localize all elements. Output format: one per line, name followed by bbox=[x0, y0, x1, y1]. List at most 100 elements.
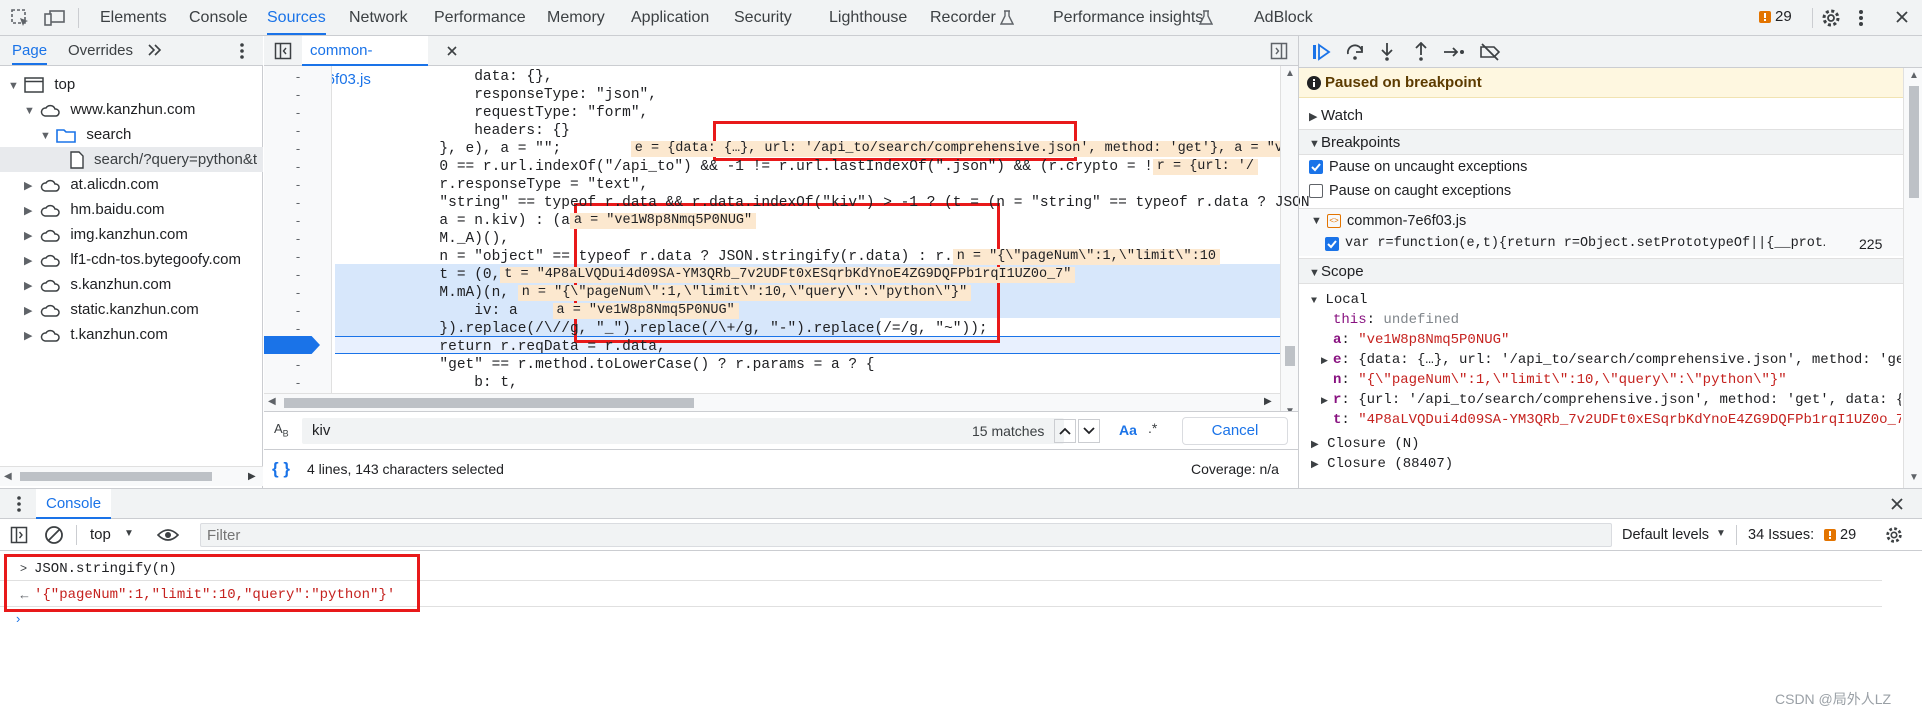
line-number[interactable]: - bbox=[264, 266, 332, 284]
editor-vscrollbar[interactable]: ▲ ▼ bbox=[1280, 66, 1298, 429]
scope-variable[interactable]: n: "{\"pageNum\":1,\"limit\":10,\"query\… bbox=[1321, 370, 1901, 390]
line-number[interactable]: - bbox=[264, 230, 332, 248]
line-number[interactable]: - bbox=[264, 356, 332, 374]
line-number[interactable]: - bbox=[264, 104, 332, 122]
code-line[interactable]: }, e), a = ""; bbox=[335, 140, 561, 158]
deactivate-breakpoints-icon[interactable] bbox=[1479, 43, 1501, 61]
clear-console-icon[interactable] bbox=[44, 525, 64, 545]
issues-count[interactable]: 29 bbox=[1840, 527, 1856, 543]
tab-application[interactable]: Application bbox=[631, 0, 709, 35]
local-scope[interactable]: ▼ Local bbox=[1311, 290, 1367, 310]
line-number[interactable]: - bbox=[264, 212, 332, 230]
line-number[interactable]: - bbox=[264, 320, 332, 338]
chevron-double-right-icon[interactable] bbox=[147, 43, 163, 57]
line-number[interactable]: - bbox=[264, 194, 332, 212]
issues-flag-icon[interactable] bbox=[1759, 11, 1771, 23]
code-line[interactable]: n = "object" == typeof r.data ? JSON.str… bbox=[335, 248, 996, 266]
tab-adblock[interactable]: AdBlock bbox=[1254, 0, 1313, 35]
filter-input[interactable] bbox=[200, 523, 1612, 547]
next-match-icon[interactable] bbox=[1078, 419, 1100, 443]
scrollbar-thumb[interactable] bbox=[284, 398, 694, 408]
code-line[interactable]: return r.reqData = r.data, bbox=[335, 338, 665, 356]
more-vert-icon[interactable] bbox=[239, 42, 245, 60]
tree-item-top[interactable]: ▼ top bbox=[8, 72, 75, 97]
gear-icon[interactable] bbox=[1884, 525, 1904, 545]
breakpoints-section[interactable]: ▼Breakpoints bbox=[1299, 129, 1903, 155]
tab-page[interactable]: Page bbox=[12, 36, 48, 65]
line-gutter[interactable]: ------------------ bbox=[264, 66, 332, 429]
tab-elements[interactable]: Elements bbox=[100, 0, 167, 35]
issues-label[interactable]: 34 Issues: bbox=[1748, 527, 1814, 543]
line-number[interactable]: - bbox=[264, 374, 332, 392]
dropdown-arrow-icon[interactable]: ▼ bbox=[124, 528, 134, 539]
filter-field[interactable] bbox=[201, 524, 1611, 546]
dropdown-arrow-icon[interactable]: ▼ bbox=[1716, 528, 1726, 539]
tree-item-img[interactable]: ▶ img.kanzhun.com bbox=[24, 222, 188, 247]
scope-variable[interactable]: ▶ e: {data: {…}, url: '/api_to/search/com… bbox=[1321, 350, 1901, 370]
more-vert-icon[interactable] bbox=[16, 495, 22, 513]
line-number[interactable]: - bbox=[264, 68, 332, 86]
tree-item-static-kanzhun[interactable]: ▶ static.kanzhun.com bbox=[24, 297, 199, 322]
expand-arrow-icon[interactable]: ▶ bbox=[1321, 391, 1333, 410]
line-number[interactable]: - bbox=[264, 248, 332, 266]
pretty-print-icon[interactable]: { } bbox=[272, 459, 290, 479]
code-line[interactable]: M._A)(), bbox=[335, 230, 509, 248]
tab-network[interactable]: Network bbox=[349, 0, 408, 35]
search-input[interactable]: kiv 15 matches bbox=[302, 418, 1064, 444]
code-line[interactable]: M.mA)(n, { bbox=[335, 284, 526, 302]
code-line[interactable]: iv: a bbox=[335, 302, 518, 320]
line-number[interactable]: - bbox=[264, 122, 332, 140]
step-out-icon[interactable] bbox=[1413, 42, 1429, 62]
previous-match-icon[interactable] bbox=[1054, 419, 1076, 443]
breakpoint-file-row[interactable]: ▼ <> common-7e6f03.js bbox=[1299, 208, 1903, 232]
tab-lighthouse[interactable]: Lighthouse bbox=[829, 0, 907, 35]
tree-item-kanzhun[interactable]: ▼ www.kanzhun.com bbox=[24, 97, 195, 122]
tree-item-search-file[interactable]: search/?query=python&t bbox=[0, 147, 263, 172]
tree-item-alicdn[interactable]: ▶ at.alicdn.com bbox=[24, 172, 159, 197]
line-number[interactable]: - bbox=[264, 86, 332, 104]
sidebar-scrollbar[interactable]: ▲ ▼ bbox=[1903, 68, 1922, 488]
scope-variable[interactable]: t: "4P8aLVQDui4d09SA-YM3QRb_7v2UDFt0xESq… bbox=[1321, 410, 1901, 430]
code-line[interactable]: 0 == r.url.indexOf("/api_to") && -1 != r… bbox=[335, 158, 1170, 176]
close-icon[interactable] bbox=[1890, 497, 1904, 511]
code-line[interactable]: }).replace(/\//g, "_").replace(/\+/g, "-… bbox=[335, 320, 987, 338]
scrollbar-thumb[interactable] bbox=[1285, 346, 1295, 366]
tab-memory[interactable]: Memory bbox=[547, 0, 605, 35]
issues-count[interactable]: 29 bbox=[1775, 8, 1792, 25]
code-line[interactable]: b: t, bbox=[335, 374, 518, 392]
breakpoint-entry[interactable]: var r=function(e,t){return r=Object.setP… bbox=[1299, 232, 1903, 256]
code-line[interactable]: "get" == r.method.toLowerCase() ? r.para… bbox=[335, 356, 874, 374]
editor-hscrollbar[interactable]: ◀ ▶ bbox=[264, 393, 1280, 411]
tab-recorder[interactable]: Recorder bbox=[930, 0, 996, 35]
code-line[interactable]: responseType: "json", bbox=[335, 86, 657, 104]
tab-security[interactable]: Security bbox=[734, 0, 792, 35]
tree-item-search-folder[interactable]: ▼ search bbox=[40, 122, 131, 147]
tree-item-bytegoofy[interactable]: ▶ lf1-cdn-tos.bytegoofy.com bbox=[24, 247, 241, 272]
inspect-element-icon[interactable] bbox=[10, 8, 30, 28]
match-case-toggle[interactable]: Aa bbox=[1119, 422, 1137, 438]
closure-88407[interactable]: ▶ Closure (88407) bbox=[1311, 454, 1453, 474]
navigator-scrollbar[interactable]: ◀ ▶ bbox=[0, 466, 263, 486]
toggle-navigator-icon[interactable] bbox=[274, 42, 292, 60]
code-line[interactable]: r.responseType = "text", bbox=[335, 176, 648, 194]
line-number[interactable]: - bbox=[264, 284, 332, 302]
step-icon[interactable] bbox=[1443, 44, 1465, 60]
watch-section[interactable]: ▶ Watch bbox=[1299, 103, 1903, 129]
code-line[interactable]: "string" == typeof r.data && r.data.inde… bbox=[335, 194, 1309, 212]
line-number[interactable]: - bbox=[264, 176, 332, 194]
scope-variable[interactable]: this: undefined bbox=[1321, 310, 1901, 330]
sidebar-toggle-icon[interactable] bbox=[10, 526, 28, 544]
pause-caught-row[interactable]: Pause on caught exceptions bbox=[1299, 179, 1903, 203]
scope-variable[interactable]: ▶ r: {url: '/api_to/search/comprehensive.… bbox=[1321, 390, 1901, 410]
tree-item-t-kanzhun[interactable]: ▶ t.kanzhun.com bbox=[24, 322, 168, 347]
code-line[interactable]: headers: {} bbox=[335, 122, 570, 140]
tree-item-baidu[interactable]: ▶ hm.baidu.com bbox=[24, 197, 165, 222]
line-number[interactable]: - bbox=[264, 302, 332, 320]
tab-sources[interactable]: Sources bbox=[267, 0, 326, 35]
tab-overrides[interactable]: Overrides bbox=[68, 36, 133, 65]
search-replace-icon[interactable]: AB bbox=[274, 421, 289, 439]
tab-console[interactable]: Console bbox=[189, 0, 248, 35]
breakpoint-marker[interactable] bbox=[264, 336, 320, 354]
tab-performance-insights[interactable]: Performance insights bbox=[1053, 0, 1203, 35]
close-tab-icon[interactable] bbox=[446, 45, 458, 57]
